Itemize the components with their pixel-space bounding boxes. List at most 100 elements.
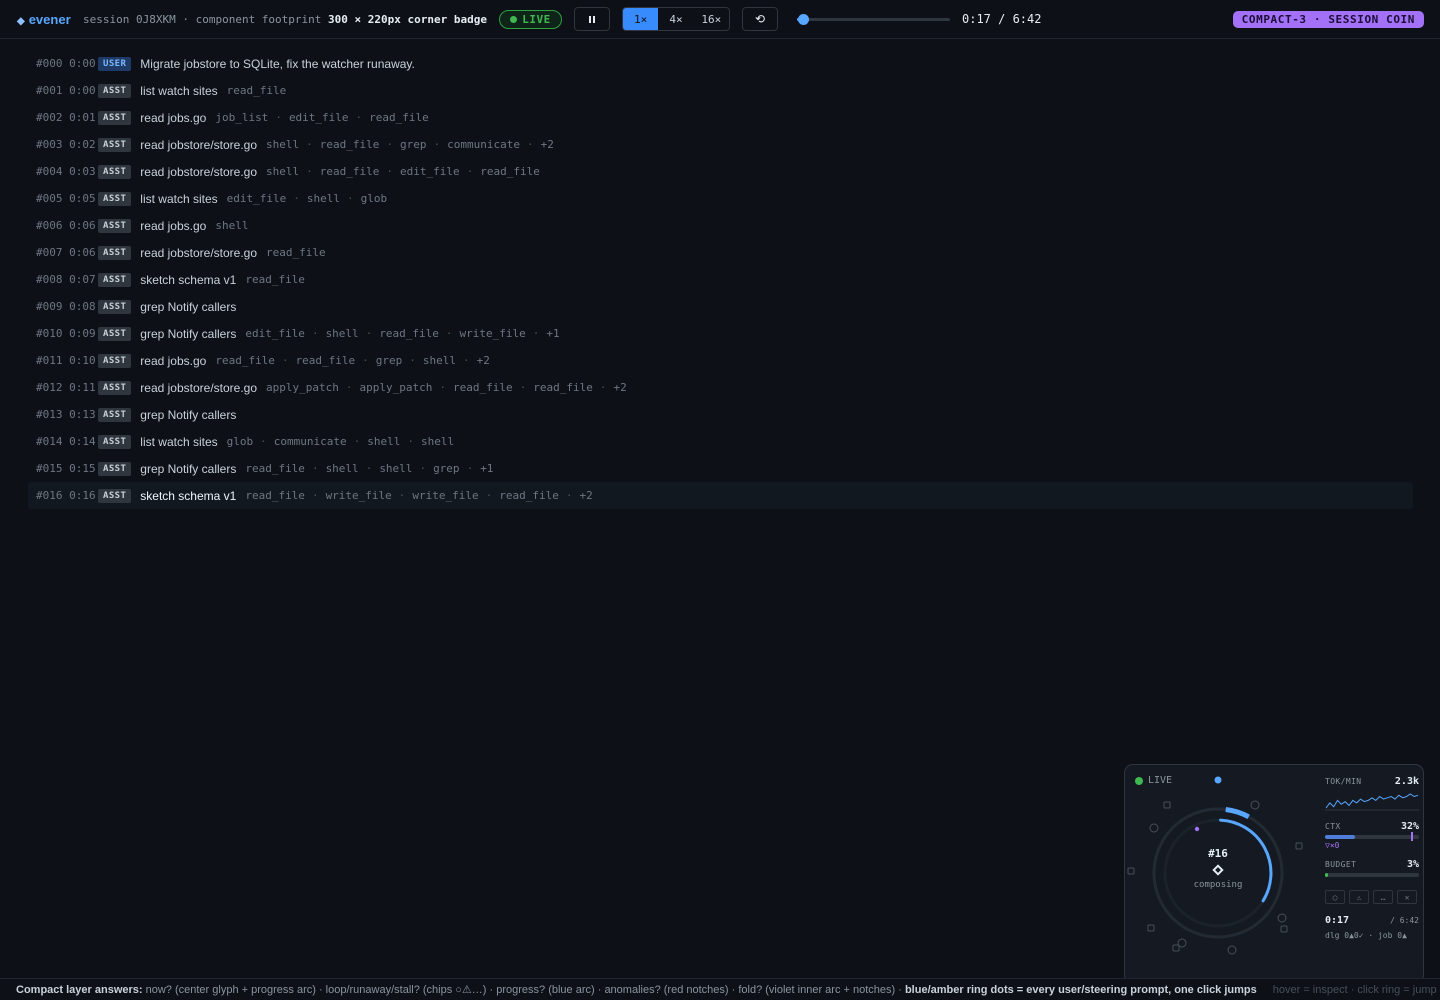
tool-list: read_file · shell · shell · grep · +1 — [245, 462, 493, 475]
event-row[interactable]: #012 0:11 ASST read jobstore/store.go apply… — [28, 374, 1413, 401]
tool-name: grep — [400, 138, 427, 151]
event-id: #014 — [36, 435, 63, 448]
brand-logo[interactable]: ◆ evener — [17, 12, 71, 27]
more-tools-count: +2 — [579, 489, 593, 502]
event-id: #016 — [36, 489, 63, 502]
event-row[interactable]: #001 0:00 ASST list watch sites read_file — [28, 77, 1413, 104]
event-id: #001 — [36, 84, 63, 97]
tool-separator: · — [355, 111, 363, 124]
role-badge: ASST — [98, 353, 132, 368]
tool-separator: · — [398, 489, 406, 502]
speed-4x-button[interactable]: 4× — [658, 8, 693, 30]
tool-separator: · — [439, 381, 446, 394]
close-chip[interactable]: ✕ — [1397, 890, 1417, 904]
event-row[interactable]: #013 0:13 ASST grep Notify callers — [28, 401, 1413, 428]
event-title: grep Notify callers — [140, 299, 237, 314]
brand-name: evener — [28, 12, 71, 27]
ring-event-marker — [1147, 924, 1155, 932]
event-id-time: #016 0:16 — [36, 489, 98, 502]
warning-chip[interactable]: ⚠ — [1349, 890, 1369, 904]
tool-name: read_file — [215, 354, 275, 367]
event-row[interactable]: #011 0:10 ASST read jobs.go read_file · read_… — [28, 347, 1413, 374]
speed-16x-button[interactable]: 16× — [694, 8, 729, 30]
footprint-label: 300 × 220px corner badge — [328, 13, 487, 26]
top-bar: ◆ evener session 0J8XKM · component footp… — [0, 0, 1440, 39]
event-row[interactable]: #008 0:07 ASST sketch schema v1 read_file — [28, 266, 1413, 293]
tool-list: read_file — [266, 246, 326, 259]
footer-hint: hover = inspect · click ring = jump — [1272, 983, 1437, 996]
ring-event-marker — [1227, 945, 1237, 955]
event-row[interactable]: #003 0:02 ASST read jobstore/store.go shell… — [28, 131, 1413, 158]
coin-time-total: / 6:42 — [1390, 916, 1419, 925]
ctx-row: CTX 32% — [1325, 821, 1419, 832]
current-turn-arc — [1225, 807, 1250, 820]
tool-separator: · — [409, 354, 416, 367]
more-tools-count: +1 — [546, 327, 560, 340]
role-badge: ASST — [98, 434, 132, 449]
event-row[interactable]: #006 0:06 ASST read jobs.go shell — [28, 212, 1413, 239]
tool-separator: · — [260, 435, 267, 448]
event-row[interactable]: #000 0:00 USER Migrate jobstore to SQLite,… — [28, 50, 1413, 77]
session-coin: LIVE #16 composing TOK/MIN 2.3k CTX 32% … — [1124, 764, 1424, 984]
tool-name: edit_file — [400, 165, 460, 178]
event-id: #011 — [36, 354, 63, 367]
pause-button[interactable] — [574, 7, 610, 31]
role-badge: ASST — [98, 164, 132, 179]
tool-separator: · — [445, 327, 453, 340]
event-id-time: #004 0:03 — [36, 165, 98, 178]
event-row[interactable]: #002 0:01 ASST read jobs.go job_list · edit_f… — [28, 104, 1413, 131]
tool-separator: · — [407, 435, 414, 448]
event-title: list watch sites — [140, 191, 218, 206]
event-id-time: #013 0:13 — [36, 408, 98, 421]
event-id: #007 — [36, 246, 63, 259]
event-title: read jobs.go — [140, 353, 207, 368]
event-time: 0:11 — [69, 381, 96, 394]
event-row[interactable]: #015 0:15 ASST grep Notify callers read_fil… — [28, 455, 1413, 482]
ctx-block: CTX 32% ▽×0 — [1325, 821, 1419, 850]
scrubber-handle[interactable] — [798, 14, 810, 25]
tool-name: read_file — [319, 138, 380, 151]
tool-name: read_file — [226, 84, 287, 97]
tool-separator: · — [386, 165, 394, 178]
tool-name: apply_patch — [266, 381, 339, 394]
tool-separator: · — [527, 138, 534, 151]
event-title: sketch schema v1 — [140, 272, 237, 287]
coin-time-now: 0:17 — [1325, 915, 1350, 926]
tool-separator: · — [306, 138, 313, 151]
event-row[interactable]: #005 0:05 ASST list watch sites edit_file · s… — [28, 185, 1413, 212]
footer-body: now? (center glyph + progress arc) · loo… — [142, 984, 905, 996]
tool-name: shell — [379, 462, 413, 475]
diamond-icon: ◆ — [17, 16, 25, 27]
idle-chip[interactable]: ○ — [1325, 890, 1345, 904]
tool-name: shell — [422, 354, 457, 367]
event-row[interactable]: #007 0:06 ASST read jobstore/store.go read_… — [28, 239, 1413, 266]
tool-separator: · — [281, 354, 289, 367]
event-id: #010 — [36, 327, 63, 340]
fold-note: ▽×0 — [1325, 841, 1340, 850]
event-row[interactable]: #016 0:16 ASST sketch schema v1 read_file · w… — [28, 482, 1413, 509]
fold-dot — [1194, 826, 1200, 832]
event-id-time: #003 0:02 — [36, 138, 98, 151]
event-title: Migrate jobstore to SQLite, fix the watc… — [140, 56, 415, 71]
event-row[interactable]: #009 0:08 ASST grep Notify callers — [28, 293, 1413, 320]
event-row[interactable]: #010 0:09 ASST grep Notify callers edit_fil… — [28, 320, 1413, 347]
ring-event-marker — [1280, 925, 1288, 933]
tool-separator: · — [306, 165, 313, 178]
event-row[interactable]: #004 0:03 ASST read jobstore/store.go shell… — [28, 158, 1413, 185]
coin-live-status: LIVE — [1135, 775, 1172, 786]
tool-name: edit_file — [226, 192, 287, 205]
timeline-scrubber[interactable] — [797, 14, 950, 25]
ctx-label: CTX — [1325, 822, 1341, 831]
tool-name: edit_file — [288, 111, 349, 124]
speed-1x-button[interactable]: 1× — [623, 8, 659, 30]
tool-name: write_file — [325, 489, 392, 502]
tool-name: read_file — [480, 165, 540, 178]
tool-separator: · — [466, 165, 474, 178]
event-time: 0:13 — [69, 408, 96, 421]
event-id: #012 — [36, 381, 63, 394]
event-id-time: #002 0:01 — [36, 111, 98, 124]
role-badge: ASST — [98, 272, 132, 287]
stall-chip[interactable]: … — [1373, 890, 1393, 904]
rewind-button[interactable]: ⟲ — [742, 7, 778, 31]
event-row[interactable]: #014 0:14 ASST list watch sites glob · commun… — [28, 428, 1413, 455]
